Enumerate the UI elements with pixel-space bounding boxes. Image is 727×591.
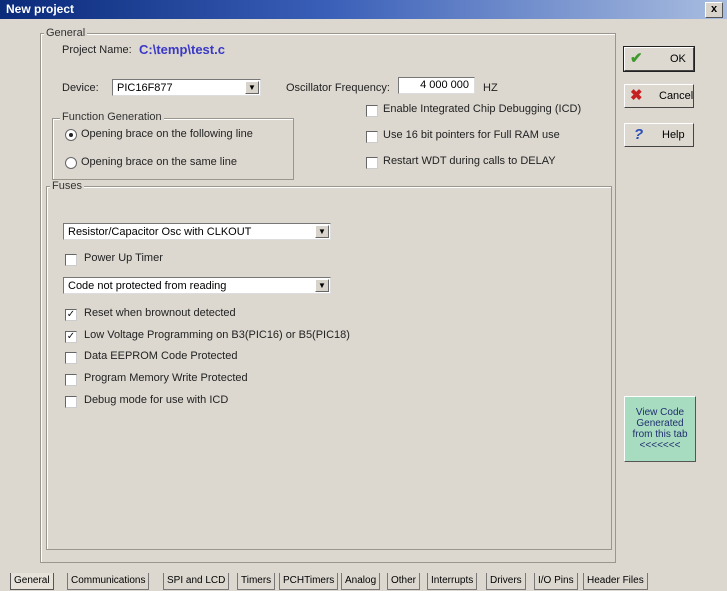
- device-label: Device:: [62, 82, 99, 94]
- checkbox-program-memory-write-protected-label[interactable]: Program Memory Write Protected: [84, 372, 248, 384]
- fuses-legend: Fuses: [50, 180, 84, 192]
- radio-brace-same-line-label[interactable]: Opening brace on the same line: [81, 156, 237, 168]
- oscillator-frequency-input[interactable]: 4 000 000: [398, 77, 475, 94]
- view-code-line-4: <<<<<<<: [639, 440, 681, 451]
- code-protect-value: Code not protected from reading: [68, 280, 227, 292]
- help-button-label: Help: [662, 129, 685, 141]
- x-icon: ✖: [630, 87, 643, 104]
- radio-brace-same-line[interactable]: [65, 157, 77, 169]
- help-button[interactable]: ? Help: [624, 123, 694, 147]
- tab-general[interactable]: General: [10, 573, 54, 590]
- ok-button-label: OK: [670, 53, 686, 65]
- tab-io-pins[interactable]: I/O Pins: [534, 573, 578, 590]
- project-name-label: Project Name:: [62, 44, 132, 56]
- checkbox-data-eeprom-protected-label[interactable]: Data EEPROM Code Protected: [84, 350, 237, 362]
- checkbox-power-up-timer[interactable]: [65, 254, 77, 266]
- oscillator-fuse-value: Resistor/Capacitor Osc with CLKOUT: [68, 226, 252, 238]
- checkbox-16bit-pointers-label[interactable]: Use 16 bit pointers for Full RAM use: [383, 129, 560, 141]
- cancel-button[interactable]: ✖ Cancel: [624, 84, 694, 108]
- tab-bar: General Communications SPI and LCD Timer…: [6, 573, 727, 591]
- checkbox-program-memory-write-protected[interactable]: [65, 374, 77, 386]
- oscillator-unit: HZ: [483, 82, 498, 94]
- tab-drivers[interactable]: Drivers: [486, 573, 526, 590]
- view-code-line-2: Generated: [636, 418, 684, 429]
- project-name-value: C:\temp\test.c: [139, 42, 225, 57]
- checkbox-16bit-pointers[interactable]: [366, 131, 378, 143]
- checkbox-debug-mode-icd-label[interactable]: Debug mode for use with ICD: [84, 394, 228, 406]
- chevron-down-icon[interactable]: ▼: [245, 81, 259, 94]
- oscillator-fuse-dropdown[interactable]: Resistor/Capacitor Osc with CLKOUT ▼: [63, 223, 331, 240]
- ok-button[interactable]: ✔ OK: [623, 46, 695, 72]
- tab-other[interactable]: Other: [387, 573, 421, 590]
- checkbox-enable-icd-label[interactable]: Enable Integrated Chip Debugging (ICD): [383, 103, 581, 115]
- checkbox-low-voltage-programming-label[interactable]: Low Voltage Programming on B3(PIC16) or …: [84, 329, 350, 341]
- device-value: PIC16F877: [117, 82, 173, 94]
- title-bar[interactable]: New project x: [0, 0, 727, 19]
- question-icon: ?: [634, 126, 644, 143]
- tab-timers[interactable]: Timers: [237, 573, 276, 590]
- checkbox-debug-mode-icd[interactable]: [65, 396, 77, 408]
- function-generation-legend: Function Generation: [60, 111, 164, 123]
- window-title: New project: [6, 2, 75, 16]
- checkbox-restart-wdt[interactable]: [366, 157, 378, 169]
- tab-communications[interactable]: Communications: [67, 573, 150, 590]
- oscillator-frequency-label: Oscillator Frequency:: [286, 82, 390, 94]
- chevron-down-icon[interactable]: ▼: [315, 225, 329, 238]
- checkbox-data-eeprom-protected[interactable]: [65, 352, 77, 364]
- checkbox-power-up-timer-label[interactable]: Power Up Timer: [84, 252, 163, 264]
- general-legend: General: [44, 27, 88, 39]
- close-button[interactable]: x: [705, 2, 723, 18]
- checkbox-reset-brownout-label[interactable]: Reset when brownout detected: [84, 307, 236, 319]
- cancel-button-label: Cancel: [659, 90, 694, 102]
- checkbox-low-voltage-programming[interactable]: ✓: [65, 331, 77, 343]
- checkmark-icon: ✔: [630, 50, 643, 67]
- radio-brace-following-line[interactable]: [65, 129, 77, 141]
- checkbox-reset-brownout[interactable]: ✓: [65, 309, 77, 321]
- tab-spi-lcd[interactable]: SPI and LCD: [163, 573, 230, 590]
- chevron-down-icon[interactable]: ▼: [315, 279, 329, 292]
- radio-brace-following-line-label[interactable]: Opening brace on the following line: [81, 128, 253, 140]
- tab-pchtimers[interactable]: PCHTimers: [279, 573, 339, 590]
- view-code-line-3: from this tab: [632, 429, 688, 440]
- checkbox-restart-wdt-label[interactable]: Restart WDT during calls to DELAY: [383, 155, 556, 167]
- tab-analog[interactable]: Analog: [341, 573, 381, 590]
- checkbox-enable-icd[interactable]: [366, 105, 378, 117]
- device-dropdown[interactable]: PIC16F877 ▼: [112, 79, 261, 96]
- tab-header-files[interactable]: Header Files: [583, 573, 648, 590]
- tab-interrupts[interactable]: Interrupts: [427, 573, 478, 590]
- view-code-button[interactable]: View Code Generated from this tab <<<<<<…: [624, 396, 696, 462]
- fuses-groupbox: [46, 186, 612, 550]
- oscillator-frequency-value: 4 000 000: [420, 79, 469, 91]
- code-protect-dropdown[interactable]: Code not protected from reading ▼: [63, 277, 331, 294]
- close-icon: x: [710, 3, 718, 15]
- view-code-line-1: View Code: [635, 407, 685, 418]
